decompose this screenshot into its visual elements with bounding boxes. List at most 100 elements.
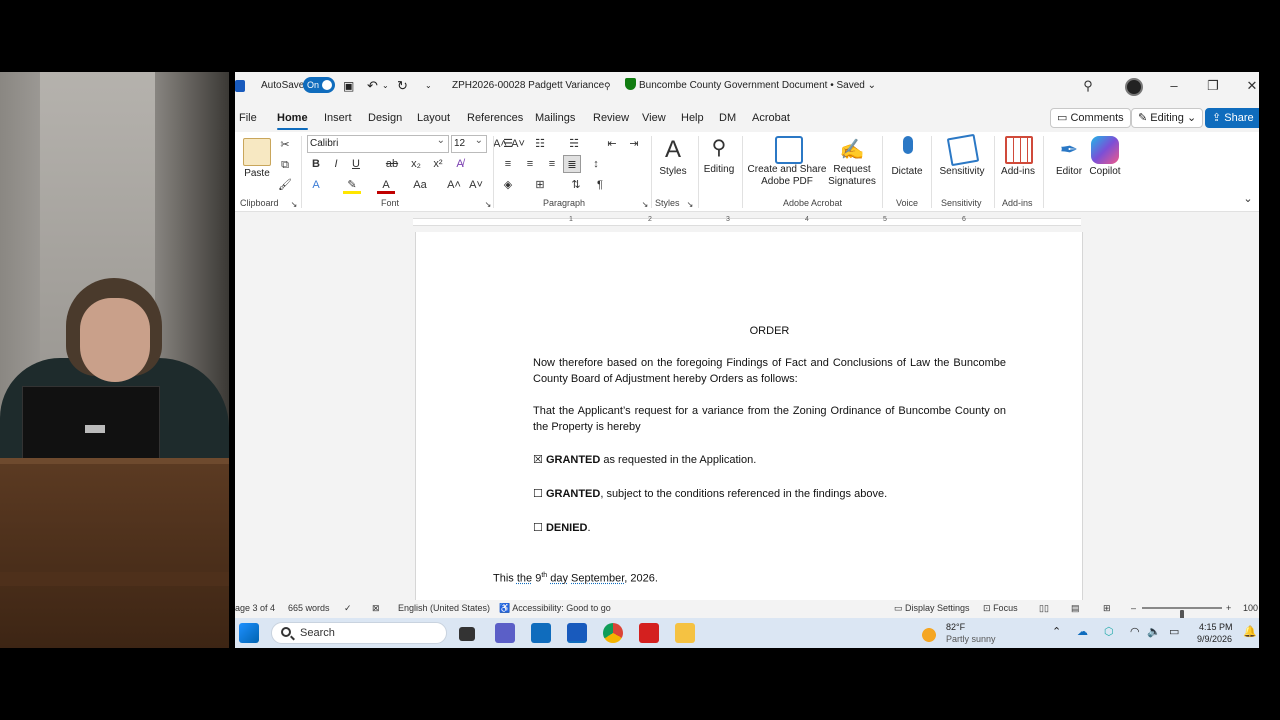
dictate-button[interactable]: Dictate [887,166,927,178]
ribbon-collapse-icon[interactable]: ⌄ [1239,190,1257,208]
tab-help[interactable]: Help [681,110,704,126]
font-size-box[interactable]: 12 [451,133,487,153]
zoom-level[interactable]: 100 [1243,602,1258,614]
shading-icon[interactable]: ◈ [499,176,517,194]
volume-icon[interactable]: 🔈 [1147,626,1161,638]
sensitivity-button[interactable]: Sensitivity [937,166,987,178]
copilot-icon[interactable] [1091,136,1119,164]
clock-time[interactable]: 4:15 PM [1199,621,1233,633]
tab-insert[interactable]: Insert [324,110,352,126]
tab-mailings[interactable]: Mailings [535,110,575,126]
customize-qat-icon[interactable]: ⌄ [425,78,432,94]
focus-button[interactable]: ⊡ Focus [983,602,1018,614]
editing-button[interactable]: Editing [699,164,739,176]
wifi-icon[interactable]: ◠ [1130,626,1140,638]
editor-button[interactable]: Editor [1049,166,1089,178]
weather-desc[interactable]: Partly sunny [946,633,996,645]
borders-icon[interactable]: ⊞ [531,176,549,194]
comments-button[interactable]: ▭ Comments [1050,108,1131,128]
undo-icon[interactable]: ↶ [367,78,378,94]
change-case-icon[interactable]: Aa [409,176,431,194]
print-layout-icon[interactable]: ▤ [1071,602,1080,614]
document-name[interactable]: ZPH2026-00028 Padgett Variance [452,78,604,94]
document-page[interactable]: ORDER Now therefore based on the foregoi… [415,232,1083,600]
taskbar-search[interactable]: Search [271,622,447,644]
grow-font-alt-icon[interactable]: A˄ [445,176,463,194]
copy-icon[interactable]: ⧉ [276,156,294,174]
word-taskbar-icon[interactable] [567,623,587,643]
acrobat-icon[interactable] [639,623,659,643]
teams-icon[interactable] [495,623,515,643]
sensitivity-status[interactable]: Buncombe County Government Document • Sa… [625,78,876,94]
bold-icon[interactable]: B [307,155,325,173]
track-changes-icon[interactable]: ⊠ [372,602,380,614]
chevron-up-icon[interactable]: ⌃ [1052,626,1061,638]
task-view-icon[interactable] [459,627,475,641]
unchecked-box-icon[interactable]: ☐ [533,487,543,500]
battery-icon[interactable]: ▭ [1169,626,1179,638]
styles-button[interactable]: Styles [655,166,691,178]
search-icon[interactable]: ⚲ [1078,76,1098,96]
styles-icon[interactable]: A [659,136,687,164]
accessibility-status[interactable]: ♿ Accessibility: Good to go [499,602,611,614]
align-center-icon[interactable]: ≡ [521,155,539,173]
outlook-icon[interactable] [531,623,551,643]
option-granted-with-conditions[interactable]: ☐ GRANTED, subject to the conditions ref… [533,486,1006,502]
tab-design[interactable]: Design [368,110,402,126]
paste-icon[interactable] [243,138,271,166]
underline-icon[interactable]: U [347,155,365,173]
text-effects-icon[interactable]: A [307,176,325,194]
line-spacing-icon[interactable]: ↕ [587,155,605,173]
numbering-icon[interactable]: ☷ [531,135,549,153]
format-painter-icon[interactable]: 🖌 [276,176,294,194]
autosave-toggle[interactable]: On [303,77,335,93]
minimize-icon[interactable]: – [1164,76,1184,96]
sort-icon[interactable]: ⇅ [567,176,585,194]
security-icon[interactable]: ⬡ [1104,626,1114,638]
copilot-button[interactable]: Copilot [1085,166,1125,178]
zoom-out-button[interactable]: – [1131,602,1136,614]
tab-references[interactable]: References [467,110,523,126]
option-granted-as-requested[interactable]: ☒ GRANTED as requested in the Applicatio… [533,452,1006,468]
undo-dropdown-icon[interactable]: ⌄ [382,78,389,94]
highlight-icon[interactable]: ✎ [343,176,361,194]
chrome-icon[interactable] [603,623,623,643]
file-explorer-icon[interactable] [675,623,695,643]
weather-temp[interactable]: 82°F [946,621,965,633]
weather-icon[interactable] [921,623,941,643]
redo-icon[interactable]: ↻ [397,78,408,94]
web-layout-icon[interactable]: ⊞ [1103,602,1111,614]
multilevel-list-icon[interactable]: ☵ [565,135,583,153]
profile-avatar[interactable] [1124,76,1144,96]
tab-review[interactable]: Review [593,110,629,126]
tab-file[interactable]: File [239,110,257,126]
zoom-slider[interactable] [1142,607,1222,620]
display-settings-button[interactable]: ▭ Display Settings [894,602,970,614]
request-signatures-button[interactable]: Request Signatures [828,164,876,188]
decrease-indent-icon[interactable]: ⇤ [603,135,621,153]
show-marks-icon[interactable]: ¶ [591,176,609,194]
bullets-icon[interactable]: ☰ [499,135,517,153]
superscript-icon[interactable]: x² [429,155,447,173]
editor-icon[interactable]: ✒ [1055,136,1083,164]
option-denied[interactable]: ☐ DENIED. [533,520,1006,536]
tab-layout[interactable]: Layout [417,110,450,126]
save-icon[interactable]: ▣ [343,78,354,94]
italic-icon[interactable]: I [327,155,345,173]
request-signatures-icon[interactable]: ✍ [838,136,866,164]
language-status[interactable]: English (United States) [398,602,490,614]
restore-icon[interactable]: ❐ [1203,76,1223,96]
clear-formatting-icon[interactable]: A̸ [451,155,469,173]
read-mode-icon[interactable]: ▯▯ [1039,602,1049,614]
word-count[interactable]: 665 words [288,602,330,614]
tab-home[interactable]: Home [277,110,308,130]
addins-icon[interactable] [1005,136,1033,164]
justify-icon[interactable]: ≣ [563,155,581,173]
tab-view[interactable]: View [642,110,666,126]
subscript-icon[interactable]: x₂ [407,155,425,173]
windows-start-icon[interactable] [239,623,259,643]
editing-mode-button[interactable]: ✎ Editing ⌄ [1131,108,1204,128]
paste-button[interactable]: Paste [243,168,271,180]
onedrive-icon[interactable]: ☁ [1077,626,1088,638]
strikethrough-icon[interactable]: ab [383,155,401,173]
